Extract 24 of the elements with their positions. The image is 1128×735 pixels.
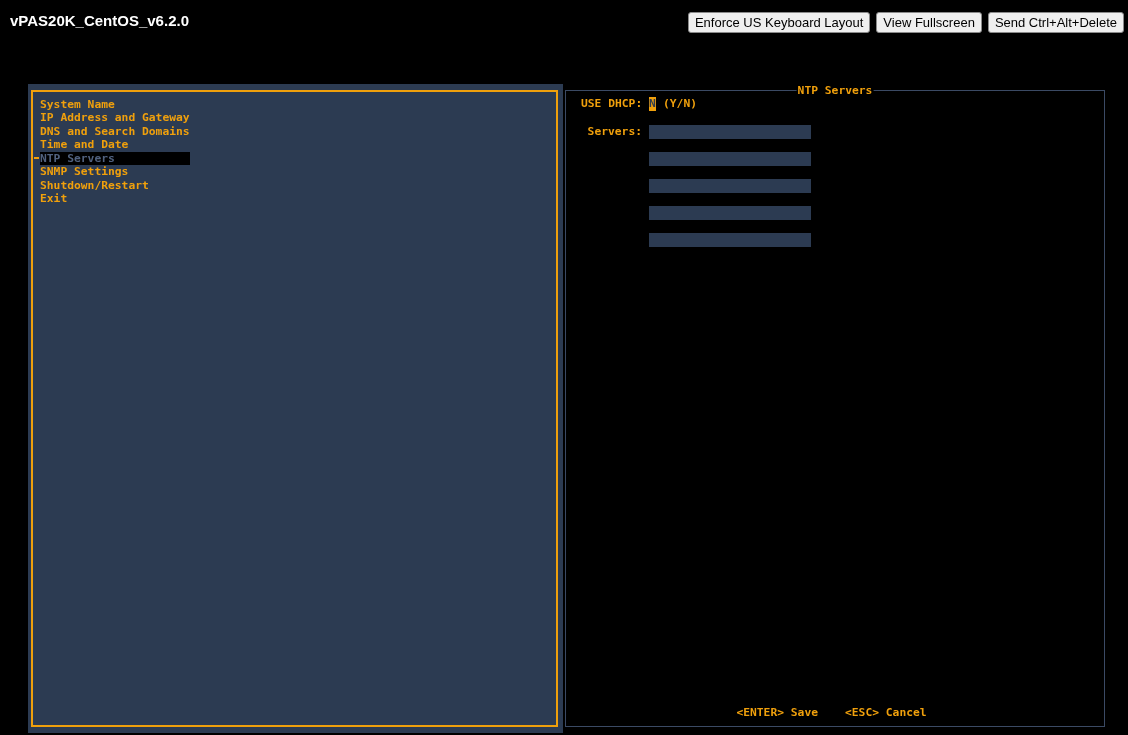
field-label: USE DHCP:: [581, 97, 642, 111]
menu-item[interactable]: SNMP Settings: [40, 165, 190, 179]
key-hint: <ESC> Cancel: [845, 705, 927, 719]
toolbar-button[interactable]: Enforce US Keyboard Layout: [687, 12, 871, 33]
menu-item[interactable]: Shutdown/Restart: [40, 178, 190, 192]
menu-item[interactable]: NTP Servers: [40, 151, 190, 165]
input-field[interactable]: [649, 124, 811, 139]
toolbar-button[interactable]: View Fullscreen: [876, 12, 982, 33]
menu-item[interactable]: Exit: [40, 192, 190, 206]
window-title: vPAS20K_CentOS_v6.2.0: [10, 12, 189, 30]
input-field[interactable]: [649, 232, 811, 247]
field-label: Servers:: [586, 124, 642, 139]
menu-item[interactable]: System Name: [40, 97, 190, 111]
dhcp-input[interactable]: N: [649, 97, 656, 111]
toolbar-button[interactable]: Send Ctrl+Alt+Delete: [987, 12, 1124, 33]
key-hint: <ENTER> Save: [736, 705, 818, 719]
input-field[interactable]: [649, 178, 811, 193]
menu-item[interactable]: IP Address and Gateway: [40, 111, 190, 125]
menu-item[interactable]: Time and Date: [40, 138, 190, 152]
choice-hint: (Y/N): [663, 97, 697, 111]
input-field[interactable]: [649, 205, 811, 220]
selection-marker-icon: [34, 157, 39, 160]
input-field[interactable]: [649, 151, 811, 166]
menu-item[interactable]: DNS and Search Domains: [40, 124, 190, 138]
